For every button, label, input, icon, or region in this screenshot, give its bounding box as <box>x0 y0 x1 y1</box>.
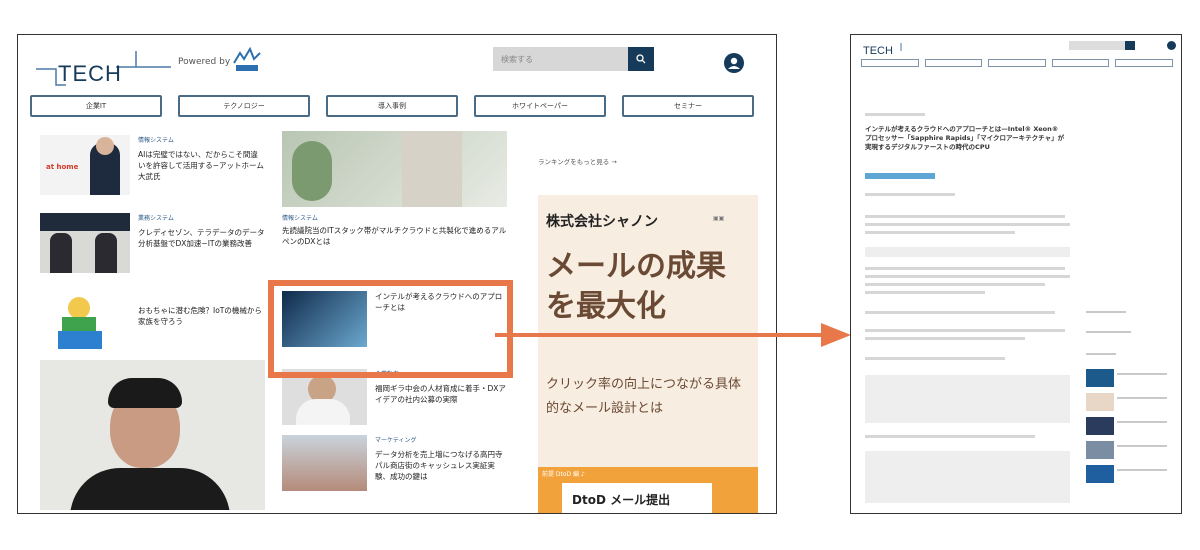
nav-item[interactable] <box>924 59 983 67</box>
partner-logo-icon <box>233 47 261 71</box>
figure: TECH Powered by 検索する 企業IT テクノロジー 導入事例 ホワ… <box>0 0 1200 550</box>
search-button[interactable] <box>1125 41 1135 50</box>
article-title[interactable]: データ分析を売上増につなげる高円寺パル商店街のキャッシュレス実証実験、成功の鍵は <box>375 449 507 482</box>
article-title[interactable]: クレディセゾン、テラデータのデータ分析基盤でDX加速−ITの業務改善 <box>138 227 265 249</box>
article-page-screenshot: TECH インテルが考えるクラウドへのアプローチとは—Intel® Xeon® … <box>850 34 1182 514</box>
article-title[interactable]: 福岡ギラ中会の人材育成に着手・DXアイデアの社内公募の実際 <box>375 383 507 405</box>
nav-item-enterprise-it[interactable]: 企業IT <box>30 95 162 117</box>
search-input[interactable] <box>1069 41 1125 50</box>
nav-item-technology[interactable]: テクノロジー <box>178 95 310 117</box>
sidebar-thumbnail[interactable] <box>1086 441 1114 459</box>
sidebar-line <box>1117 373 1167 375</box>
video-thumbnail[interactable] <box>40 360 265 510</box>
ad-footer-box: DtoD メール提出 <box>562 483 712 513</box>
article-category: 情報システム <box>282 215 318 222</box>
nav-item[interactable] <box>861 59 919 67</box>
list-block <box>865 375 1070 423</box>
body-line <box>865 223 1070 226</box>
svg-text:TECH: TECH <box>863 45 893 57</box>
ad-headline: メールの成果を最大化 <box>546 249 726 324</box>
ad-footer: 前提 DtoD 編 ♪ DtoD メール提出 <box>538 467 758 513</box>
global-nav <box>861 59 1173 67</box>
list-item[interactable]: おもちゃに潜む危険？IoTの機械から家族を守ろう <box>40 291 265 357</box>
nav-item-white-papers[interactable]: ホワイトペーパー <box>474 95 606 117</box>
ad-logo-icon: ▣▣ <box>713 215 725 222</box>
list-block <box>865 451 1070 503</box>
list-item[interactable]: 情報システム 先読議院当のITスタック帯がマルチクラウドと共製化で進めるアルペン… <box>282 213 507 247</box>
sidebar-line <box>1117 469 1167 471</box>
sidebar-line <box>1086 311 1126 313</box>
powered-by-label: Powered by <box>178 57 231 67</box>
tech-top-page-screenshot: TECH Powered by 検索する 企業IT テクノロジー 導入事例 ホワ… <box>17 34 777 514</box>
article-category: 情報システム <box>138 137 174 144</box>
nav-item[interactable] <box>988 59 1046 67</box>
sidebar-thumbnail[interactable] <box>1086 369 1114 387</box>
article-thumbnail: at home <box>40 135 130 195</box>
sidebar-line <box>1117 445 1167 447</box>
ranking-more-link[interactable]: ランキングをもっと見る → <box>538 156 617 166</box>
sidebar-line <box>1117 397 1167 399</box>
article-category: 業務システム <box>138 215 174 222</box>
body-line <box>865 275 1070 278</box>
category-tag[interactable] <box>865 173 935 179</box>
list-item[interactable]: 業務システム クレディセゾン、テラデータのデータ分析基盤でDX加速−ITの業務改… <box>40 213 265 279</box>
arrow-icon <box>495 323 851 347</box>
ad-company: 株式会社シャノン <box>546 214 658 230</box>
sidebar-heading <box>1086 353 1116 355</box>
article-title[interactable]: AIは完璧ではない、だからこそ間違いを許容して活用する−アットホーム大武氏 <box>138 149 265 182</box>
tech-logo[interactable]: TECH <box>36 47 171 89</box>
account-icon[interactable] <box>724 53 744 73</box>
nav-item[interactable] <box>1115 59 1173 67</box>
share-buttons[interactable] <box>865 193 955 196</box>
body-line <box>865 291 985 294</box>
search-icon <box>636 54 646 64</box>
body-line <box>865 215 1065 218</box>
body-line <box>865 311 1055 314</box>
article-title[interactable]: おもちゃに潜む危険？IoTの機械から家族を守ろう <box>138 305 265 327</box>
sidebar-thumbnail[interactable] <box>1086 417 1114 435</box>
article-category: マーケティング <box>375 437 417 444</box>
article-title[interactable]: 先読議院当のITスタック帯がマルチクラウドと共製化で進めるアルペンのDXとは <box>282 225 507 247</box>
search-button[interactable] <box>628 47 654 71</box>
list-item[interactable]: マーケティング データ分析を売上増につなげる高円寺パル商店街のキャッシュレス実証… <box>282 435 507 491</box>
body-line <box>865 231 1015 234</box>
body-line <box>865 267 1065 270</box>
article-column-1: at home 情報システム AIは完璧ではない、だからこそ間違いを許容して活用… <box>40 135 265 369</box>
nav-item-seminars[interactable]: セミナー <box>622 95 754 117</box>
featured-image[interactable] <box>282 131 507 207</box>
ad-footer-label: 前提 DtoD 編 ♪ <box>542 471 585 478</box>
tech-logo[interactable]: TECH <box>861 41 921 57</box>
nav-item[interactable] <box>1051 59 1110 67</box>
section-heading <box>865 247 1070 257</box>
body-line <box>865 283 1045 286</box>
highlight-box <box>268 280 513 378</box>
body-line <box>865 357 1005 360</box>
sidebar-thumbnail[interactable] <box>1086 465 1114 483</box>
body-line <box>865 435 1035 438</box>
article-title: インテルが考えるクラウドへのアプローチとは—Intel® Xeon® プロセッサ… <box>865 125 1065 151</box>
list-item[interactable]: at home 情報システム AIは完璧ではない、だからこそ間違いを許容して活用… <box>40 135 265 201</box>
article-thumbnail <box>40 213 130 273</box>
breadcrumb <box>865 113 925 116</box>
account-icon[interactable] <box>1167 41 1176 50</box>
sidebar-line <box>1086 331 1131 333</box>
nav-item-case-studies[interactable]: 導入事例 <box>326 95 458 117</box>
article-thumbnail <box>40 291 130 351</box>
sidebar-line <box>1117 421 1167 423</box>
search-input[interactable]: 検索する <box>493 47 628 71</box>
sidebar-thumbnail[interactable] <box>1086 393 1114 411</box>
body-line <box>865 329 1065 332</box>
global-nav: 企業IT テクノロジー 導入事例 ホワイトペーパー セミナー <box>30 95 754 117</box>
advertisement-banner[interactable]: 株式会社シャノン ▣▣ メールの成果を最大化 クリック率の向上につながる具体的な… <box>538 195 758 513</box>
ad-subcopy: クリック率の向上につながる具体的なメール設計とは <box>546 377 742 416</box>
body-line <box>865 337 1025 340</box>
logo-text: TECH <box>58 61 122 86</box>
article-thumbnail <box>282 435 367 491</box>
